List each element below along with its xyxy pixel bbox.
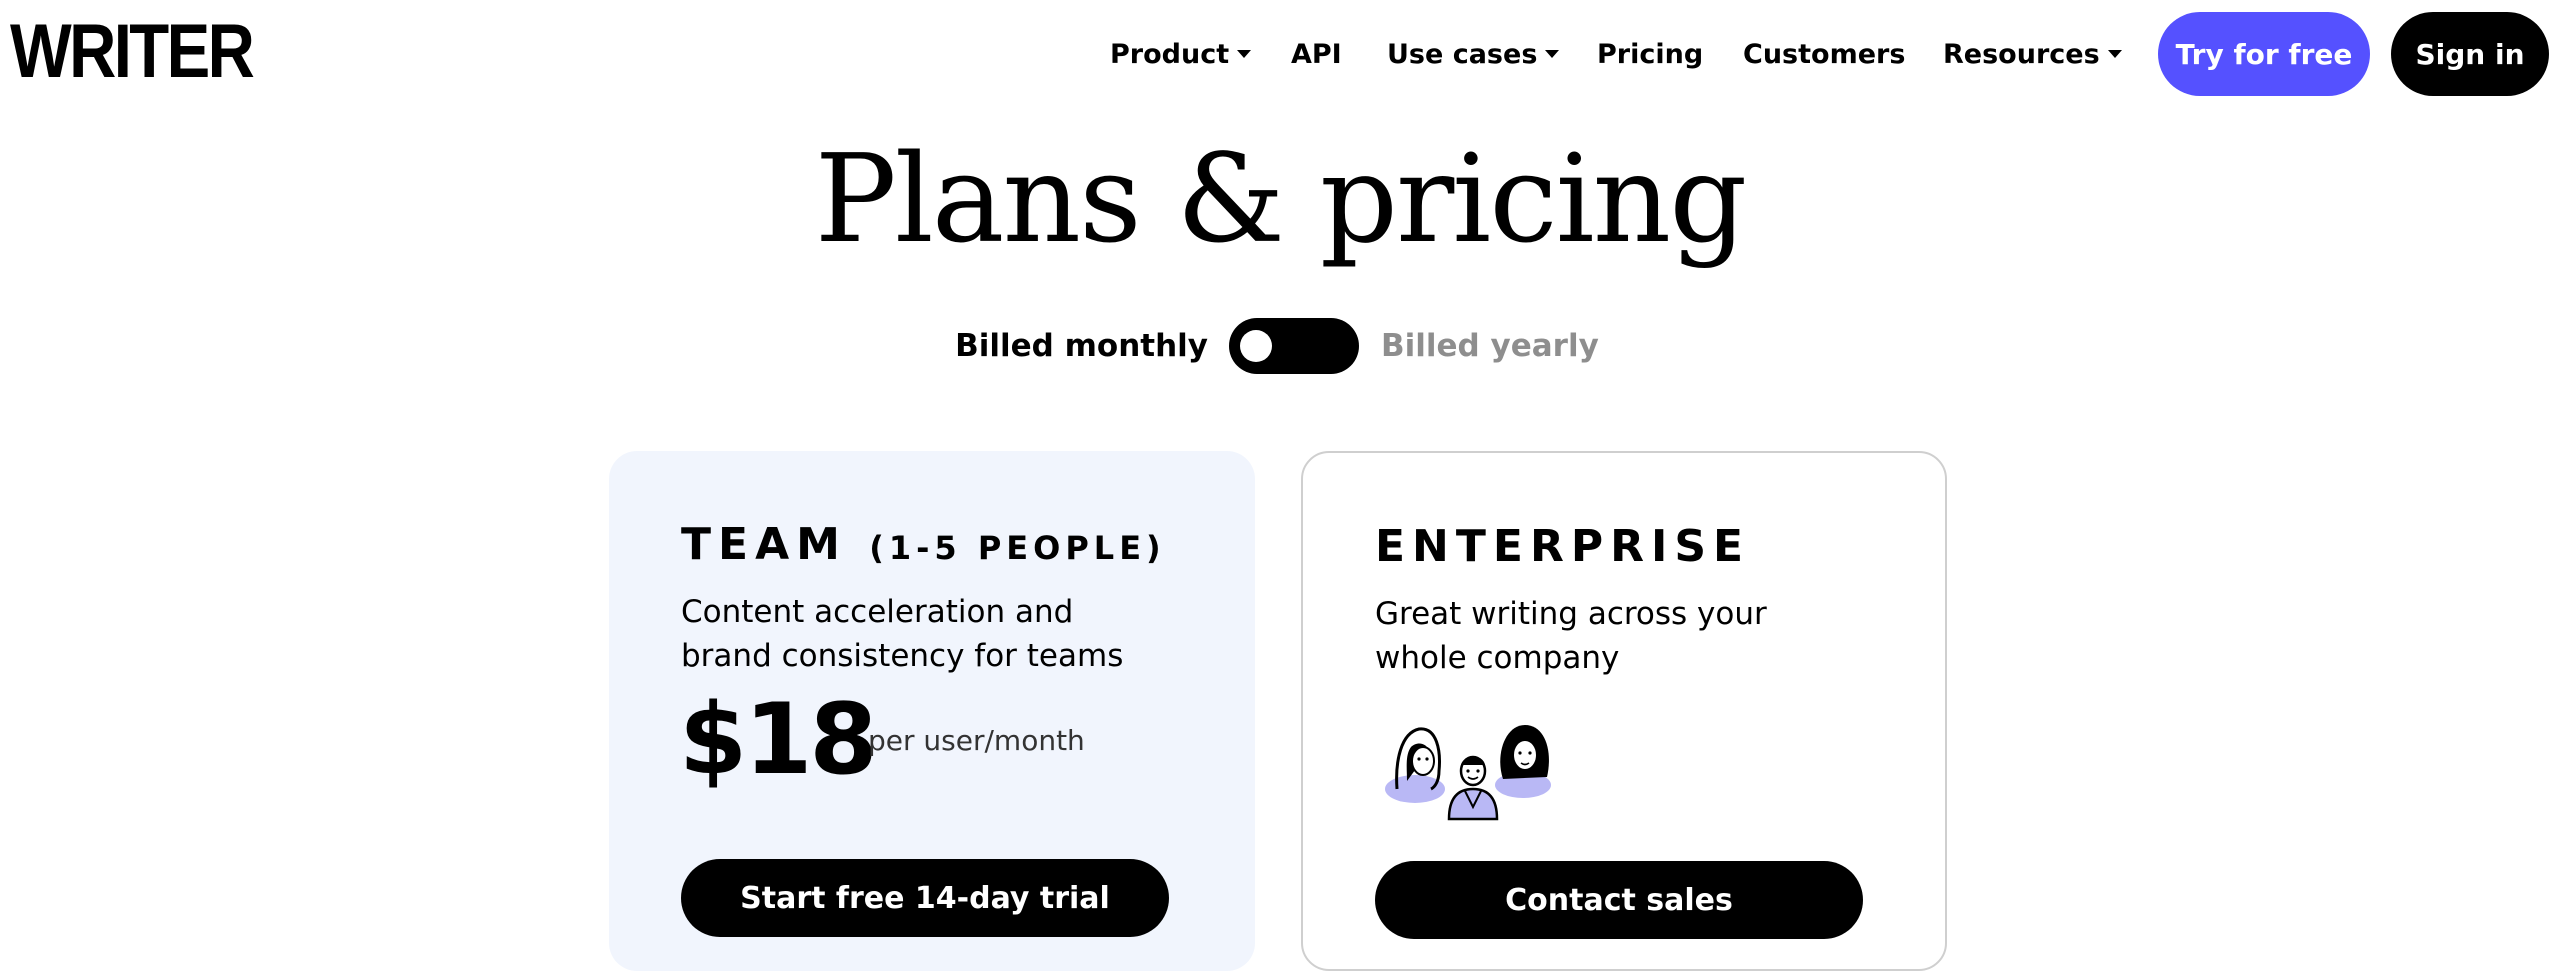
plan-card-team: TEAM (1-5 PEOPLE) Content acceleration a… <box>609 451 1255 971</box>
plan-name: TEAM (1-5 PEOPLE) <box>681 519 1166 570</box>
nav-customers-label: Customers <box>1743 38 1906 70</box>
nav-use-cases[interactable]: Use cases <box>1387 34 1560 74</box>
sign-in-button[interactable]: Sign in <box>2391 12 2549 96</box>
billed-monthly-label[interactable]: Billed monthly <box>955 328 1208 364</box>
caret-down-icon <box>1237 50 1252 58</box>
plan-card-enterprise: ENTERPRISE Great writing across your who… <box>1301 451 1947 971</box>
nav-api[interactable]: API <box>1291 34 1342 74</box>
start-trial-button[interactable]: Start free 14-day trial <box>681 859 1169 937</box>
plan-description: Content acceleration and brand consisten… <box>681 594 1124 674</box>
plan-price: $18 <box>679 683 878 797</box>
nav-pricing[interactable]: Pricing <box>1597 34 1703 74</box>
nav-resources-label: Resources <box>1943 38 2100 70</box>
writer-logo[interactable]: WRITER <box>10 14 255 90</box>
contact-sales-button[interactable]: Contact sales <box>1375 861 1863 939</box>
people-group-illustration <box>1377 711 1557 825</box>
billing-toggle[interactable] <box>1229 318 1359 374</box>
try-for-free-button[interactable]: Try for free <box>2158 12 2370 96</box>
caret-down-icon <box>1545 50 1560 58</box>
plan-name-sub: (1-5 PEOPLE) <box>869 529 1166 567</box>
plan-name-main: TEAM <box>681 519 847 570</box>
nav-resources[interactable]: Resources <box>1943 34 2122 74</box>
toggle-knob <box>1240 330 1272 362</box>
caret-down-icon <box>2107 50 2122 58</box>
nav-pricing-label: Pricing <box>1597 38 1704 70</box>
plan-description: Great writing across your whole company <box>1375 596 1767 676</box>
page-title: Plans & pricing <box>814 128 1748 270</box>
billed-yearly-label[interactable]: Billed yearly <box>1381 328 1599 364</box>
price-unit: per user/month <box>868 724 1085 757</box>
nav-use-cases-label: Use cases <box>1387 38 1538 70</box>
nav-product[interactable]: Product <box>1110 34 1252 74</box>
nav-product-label: Product <box>1110 38 1230 70</box>
nav-customers[interactable]: Customers <box>1743 34 1905 74</box>
plan-name: ENTERPRISE <box>1375 521 1751 572</box>
nav-api-label: API <box>1291 38 1342 70</box>
